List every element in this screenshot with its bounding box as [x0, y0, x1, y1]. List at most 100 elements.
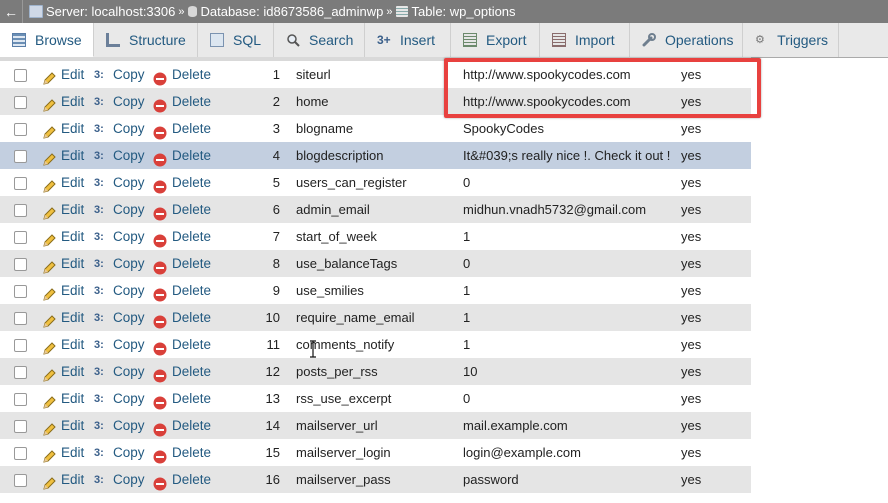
option-id-cell[interactable]: 2 [250, 88, 280, 115]
option-name-cell[interactable]: mailserver_pass [296, 466, 391, 493]
row-checkbox[interactable] [14, 204, 27, 217]
copy-link[interactable]: 3: Copy [94, 466, 145, 493]
tab-search[interactable]: Search [274, 23, 365, 57]
option-name-cell[interactable]: blogdescription [296, 142, 383, 169]
row-checkbox[interactable] [14, 123, 27, 136]
option-id-cell[interactable]: 10 [250, 304, 280, 331]
option-id-cell[interactable]: 9 [250, 277, 280, 304]
edit-link[interactable]: Edit [42, 358, 84, 385]
copy-link[interactable]: 3: Copy [94, 169, 145, 196]
copy-link[interactable]: 3: Copy [94, 223, 145, 250]
copy-link[interactable]: 3: Copy [94, 196, 145, 223]
option-name-cell[interactable]: rss_use_excerpt [296, 385, 391, 412]
row-checkbox[interactable] [14, 258, 27, 271]
copy-link[interactable]: 3: Copy [94, 115, 145, 142]
tab-operations[interactable]: Operations [630, 23, 743, 57]
option-value-cell[interactable]: midhun.vnadh5732@gmail.com [463, 196, 646, 223]
option-name-cell[interactable]: use_balanceTags [296, 250, 397, 277]
table-row[interactable]: Edit 3: Copy Delete 15 mailserver_login login@… [0, 439, 751, 466]
option-value-cell[interactable]: password [463, 466, 519, 493]
delete-link[interactable]: Delete [153, 223, 211, 250]
edit-link[interactable]: Edit [42, 385, 84, 412]
copy-link[interactable]: 3: Copy [94, 331, 145, 358]
row-checkbox[interactable] [14, 231, 27, 244]
tab-browse[interactable]: Browse [0, 23, 94, 57]
copy-link[interactable]: 3: Copy [94, 250, 145, 277]
tab-insert[interactable]: 3+ Insert [365, 23, 451, 57]
option-value-cell[interactable]: 0 [463, 169, 470, 196]
edit-link[interactable]: Edit [42, 115, 84, 142]
autoload-cell[interactable]: yes [681, 115, 701, 142]
option-name-cell[interactable]: posts_per_rss [296, 358, 378, 385]
delete-link[interactable]: Delete [153, 439, 211, 466]
edit-link[interactable]: Edit [42, 88, 84, 115]
option-name-cell[interactable]: mailserver_login [296, 439, 391, 466]
breadcrumb-table[interactable]: Table: wp_options [396, 4, 516, 19]
autoload-cell[interactable]: yes [681, 250, 701, 277]
row-checkbox[interactable] [14, 420, 27, 433]
copy-link[interactable]: 3: Copy [94, 61, 145, 88]
tab-triggers[interactable]: ⚙ Triggers [743, 23, 839, 57]
table-row[interactable]: Edit 3: Copy Delete 13 rss_use_excerpt 0 yes [0, 385, 751, 412]
table-row[interactable]: Edit 3: Copy Delete 11 comments_notify 1 yes [0, 331, 751, 358]
option-name-cell[interactable]: mailserver_url [296, 412, 378, 439]
option-id-cell[interactable]: 8 [250, 250, 280, 277]
option-id-cell[interactable]: 13 [250, 385, 280, 412]
delete-link[interactable]: Delete [153, 250, 211, 277]
table-row[interactable]: Edit 3: Copy Delete 14 mailserver_url mail.exa… [0, 412, 751, 439]
delete-link[interactable]: Delete [153, 304, 211, 331]
option-id-cell[interactable]: 3 [250, 115, 280, 142]
row-checkbox[interactable] [14, 474, 27, 487]
delete-link[interactable]: Delete [153, 358, 211, 385]
edit-link[interactable]: Edit [42, 61, 84, 88]
delete-link[interactable]: Delete [153, 277, 211, 304]
edit-link[interactable]: Edit [42, 466, 84, 493]
row-checkbox[interactable] [14, 96, 27, 109]
option-name-cell[interactable]: home [296, 88, 329, 115]
table-row[interactable]: Edit 3: Copy Delete 8 use_balanceTags 0 yes [0, 250, 751, 277]
table-row[interactable]: Edit 3: Copy Delete 16 mailserver_pass passwor… [0, 466, 751, 493]
edit-link[interactable]: Edit [42, 169, 84, 196]
row-checkbox[interactable] [14, 177, 27, 190]
autoload-cell[interactable]: yes [681, 331, 701, 358]
delete-link[interactable]: Delete [153, 466, 211, 493]
option-id-cell[interactable]: 5 [250, 169, 280, 196]
autoload-cell[interactable]: yes [681, 412, 701, 439]
copy-link[interactable]: 3: Copy [94, 439, 145, 466]
option-value-cell[interactable]: login@example.com [463, 439, 581, 466]
tab-import[interactable]: Import [540, 23, 630, 57]
edit-link[interactable]: Edit [42, 223, 84, 250]
row-checkbox[interactable] [14, 393, 27, 406]
edit-link[interactable]: Edit [42, 250, 84, 277]
row-checkbox[interactable] [14, 150, 27, 163]
edit-link[interactable]: Edit [42, 439, 84, 466]
edit-link[interactable]: Edit [42, 196, 84, 223]
option-id-cell[interactable]: 14 [250, 412, 280, 439]
option-name-cell[interactable]: start_of_week [296, 223, 377, 250]
edit-link[interactable]: Edit [42, 277, 84, 304]
option-value-cell[interactable]: 0 [463, 250, 470, 277]
option-id-cell[interactable]: 7 [250, 223, 280, 250]
row-checkbox[interactable] [14, 366, 27, 379]
row-checkbox[interactable] [14, 447, 27, 460]
option-id-cell[interactable]: 11 [250, 331, 281, 358]
autoload-cell[interactable]: yes [681, 439, 701, 466]
delete-link[interactable]: Delete [153, 142, 211, 169]
option-name-cell[interactable]: admin_email [296, 196, 370, 223]
table-row[interactable]: Edit 3: Copy Delete 10 require_name_email 1 yes [0, 304, 751, 331]
option-id-cell[interactable]: 12 [250, 358, 280, 385]
option-value-cell[interactable]: It&#039;s really nice !. Check it out ! [463, 142, 670, 169]
option-value-cell[interactable]: 0 [463, 385, 470, 412]
delete-link[interactable]: Delete [153, 196, 211, 223]
copy-link[interactable]: 3: Copy [94, 358, 145, 385]
delete-link[interactable]: Delete [153, 88, 211, 115]
row-checkbox[interactable] [14, 69, 27, 82]
option-value-cell[interactable]: SpookyCodes [463, 115, 544, 142]
autoload-cell[interactable]: yes [681, 142, 701, 169]
autoload-cell[interactable]: yes [681, 466, 701, 493]
option-value-cell[interactable]: 1 [463, 223, 470, 250]
autoload-cell[interactable]: yes [681, 385, 701, 412]
delete-link[interactable]: Delete [153, 169, 211, 196]
edit-link[interactable]: Edit [42, 304, 84, 331]
table-row[interactable]: Edit 3: Copy Delete 4 blogdescription It&#039;… [0, 142, 751, 169]
